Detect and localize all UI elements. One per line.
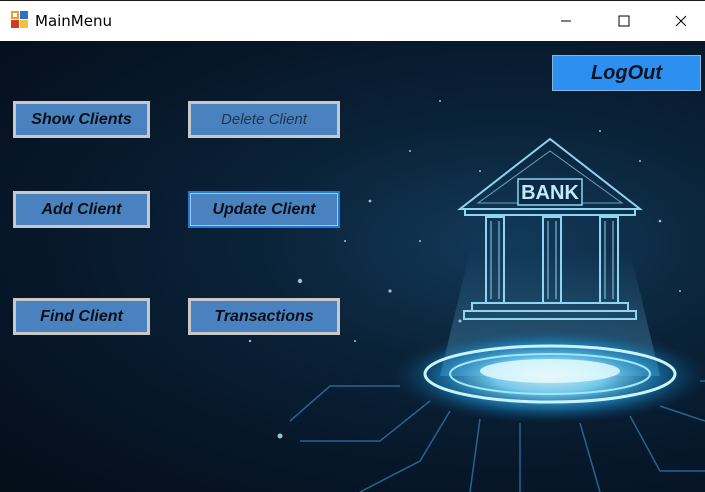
minimize-button[interactable] [537,1,595,41]
close-icon [675,15,687,27]
minimize-icon [561,20,571,22]
app-icon [11,11,28,28]
show-clients-button[interactable]: Show Clients [13,101,150,138]
main-window: MainMenu BANK LogOut Show Clients Delete… [0,0,705,492]
find-client-button[interactable]: Find Client [13,298,150,335]
window-title: MainMenu [35,12,112,30]
logout-button[interactable]: LogOut [552,55,701,91]
transactions-button[interactable]: Transactions [188,298,340,335]
maximize-icon [618,15,630,27]
add-client-button[interactable]: Add Client [13,191,150,228]
maximize-button[interactable] [595,1,653,41]
delete-client-button[interactable]: Delete Client [188,101,340,138]
bank-sign-text: BANK [521,182,579,204]
main-menu-panel: BANK LogOut Show Clients Delete Client A… [0,41,705,492]
title-bar[interactable]: MainMenu [0,1,705,41]
update-client-button[interactable]: Update Client [188,191,340,228]
close-button[interactable] [652,1,705,41]
